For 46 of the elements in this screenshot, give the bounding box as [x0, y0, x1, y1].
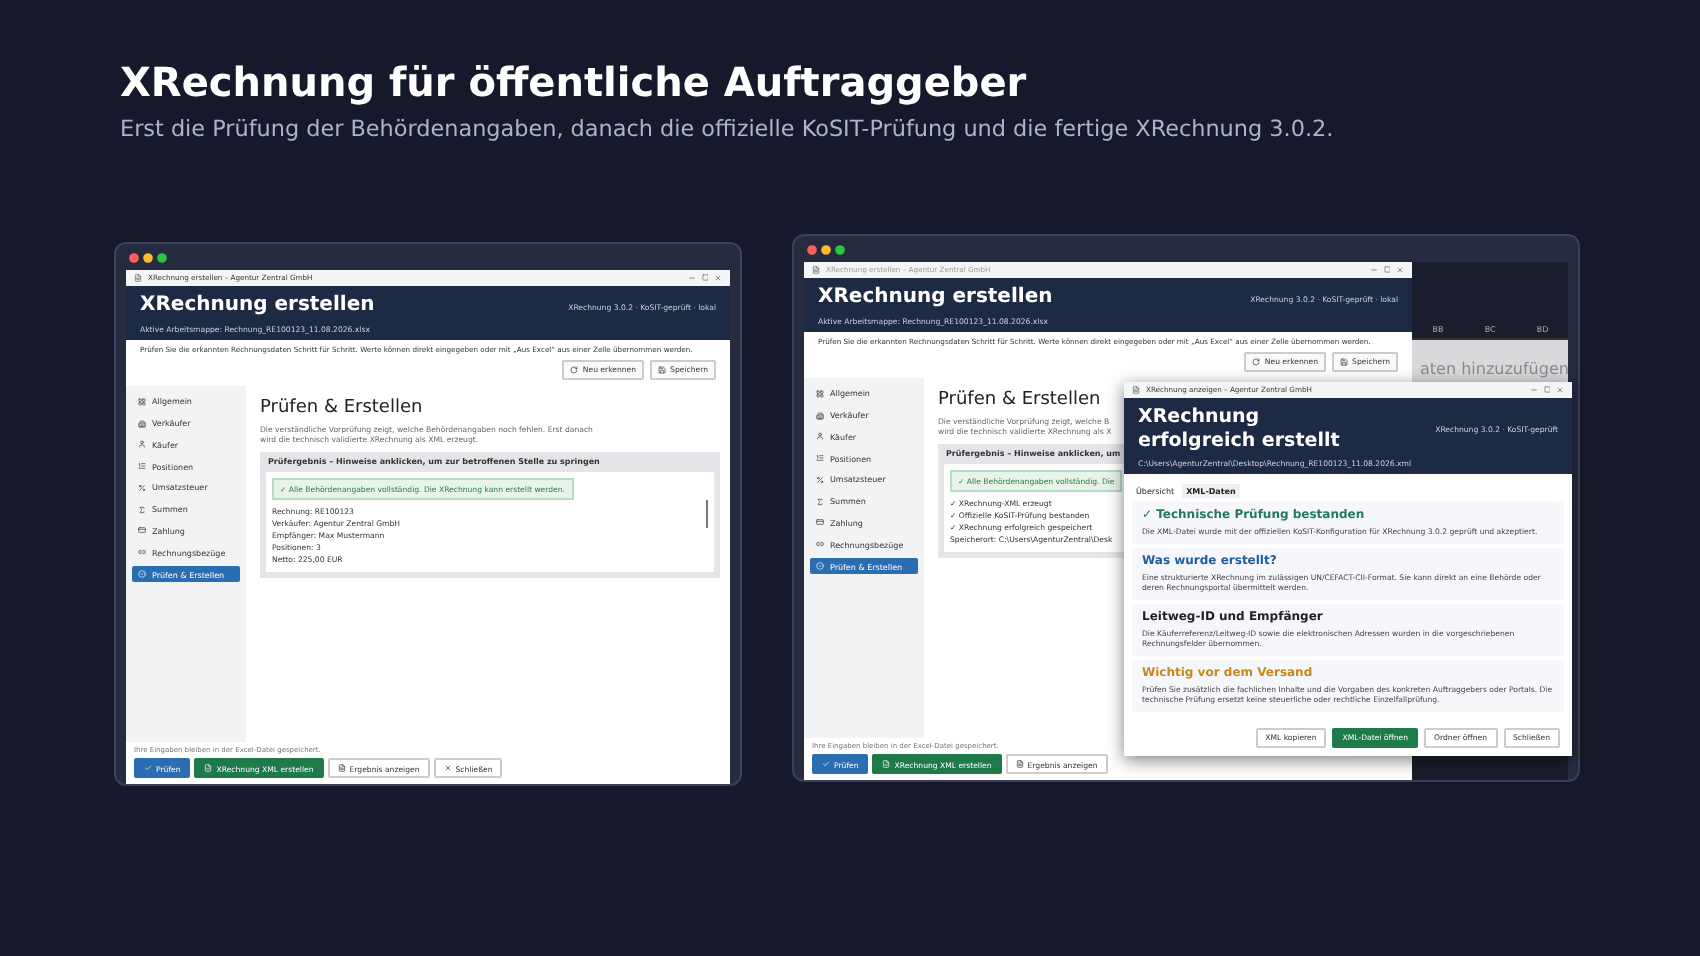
code-file-icon: [882, 760, 891, 768]
app-icon: [812, 266, 820, 274]
card-icon: [816, 518, 824, 527]
save-icon: [658, 365, 667, 374]
minimize-icon[interactable]: [687, 274, 695, 282]
check-circle-icon: [816, 562, 824, 571]
building-icon: [138, 419, 146, 428]
code-file-icon: [204, 764, 213, 772]
check-circle-icon: [138, 570, 146, 579]
sheet-hint: aten hinzuzufügen: [1420, 360, 1569, 378]
app-title: XRechnung erstellen: [818, 286, 1053, 311]
grid-icon: [138, 397, 146, 406]
card-icon: [138, 526, 146, 535]
refresh-icon: [1252, 357, 1261, 366]
app-icon: [134, 274, 142, 282]
sigma-icon: [816, 497, 824, 506]
page-headline: XRechnung für öffentliche Auftraggeber: [120, 56, 1029, 108]
app-icon: [1132, 386, 1140, 394]
dialog-title: XRechnung erfolgreich erstellt: [1138, 406, 1342, 454]
percent-icon: [816, 475, 824, 484]
percent-icon: [138, 483, 146, 492]
app-title: XRechnung erstellen: [140, 294, 375, 319]
list-icon: [816, 454, 824, 463]
section-heading: Prüfen & Erstellen: [938, 389, 1101, 410]
traffic-lights-icon: [128, 252, 172, 264]
person-icon: [816, 432, 824, 441]
list-icon: [138, 462, 146, 471]
save-icon: [1340, 357, 1349, 366]
maximize-icon[interactable]: [1383, 266, 1390, 274]
document-icon: [1015, 760, 1024, 768]
refresh-icon: [570, 365, 579, 374]
section-heading: Prüfen & Erstellen: [260, 397, 423, 418]
maximize-icon[interactable]: [1543, 386, 1550, 394]
maximize-icon[interactable]: [701, 274, 708, 282]
document-icon: [337, 764, 346, 772]
page-subline: Erst die Prüfung der Behördenangaben, danach die offizielle KoSIT-Prüfung und die fertige XRechnung 3.0.2.: [120, 114, 1336, 146]
minimize-icon[interactable]: [1369, 266, 1377, 274]
grid-icon: [816, 389, 824, 398]
check-icon: [822, 760, 830, 768]
minimize-icon[interactable]: [1529, 386, 1537, 394]
traffic-lights-icon: [806, 244, 850, 256]
check-icon: [144, 764, 152, 772]
sigma-icon: [138, 505, 146, 514]
person-icon: [138, 440, 146, 449]
scrollbar[interactable]: [706, 499, 708, 528]
building-icon: [816, 411, 824, 420]
